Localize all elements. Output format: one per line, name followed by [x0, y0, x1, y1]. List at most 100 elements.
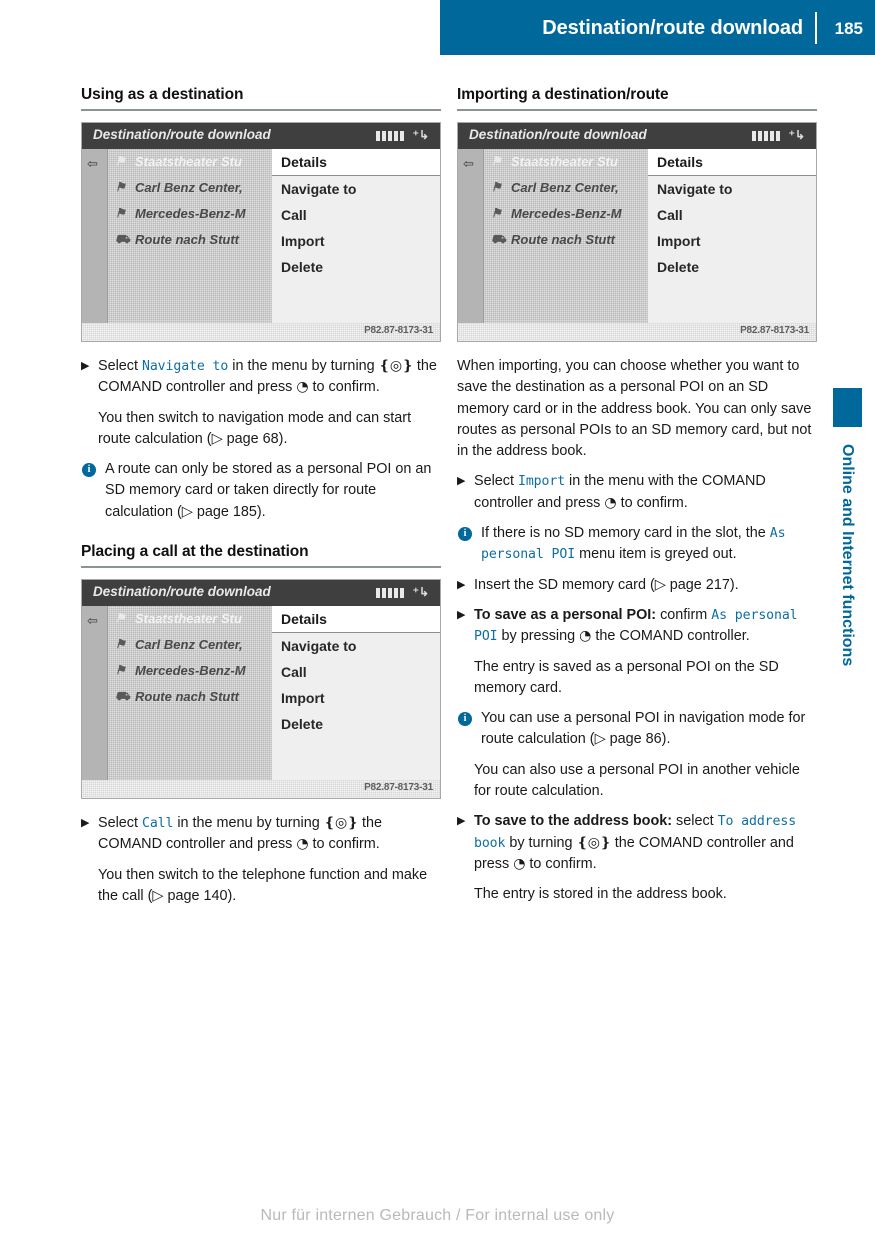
intro-paragraph: When importing, you can choose whether y…: [457, 358, 812, 460]
list-item: ⚑ Mercedes-Benz-M: [108, 658, 271, 684]
step-text-suffix: to confirm.: [616, 494, 688, 511]
step-bullet-icon: ▶: [457, 608, 466, 621]
screenshot-context-menu: Details Navigate to Call Import Delete: [648, 149, 816, 323]
list-item: ⛟ Route nach Stutt: [484, 227, 647, 253]
note-no-sd-card: i If there is no SD memory card in the s…: [457, 523, 817, 566]
menu-item-call: Call: [657, 207, 683, 223]
screenshot-title: Destination/route download: [93, 127, 271, 142]
step-text-mid1: by pressing: [497, 628, 580, 645]
comand-screenshot-navigate-to: Destination/route download ⁺↳ ⇦ ⚑ Staatst…: [81, 122, 441, 342]
section-heading-placing-call: Placing a call at the destination: [81, 543, 309, 561]
note-text: You can use a personal POI in navigation…: [481, 710, 806, 748]
poi-flag-icon: ⚑: [491, 180, 502, 194]
step-text-mid1: by turning: [505, 834, 577, 851]
note-detail-other-vehicle: You can also use a personal POI in anoth…: [474, 761, 800, 800]
menu-item-call: Call: [281, 664, 307, 681]
screenshot-entry-list: ⚑ Staatstheater Stu ⚑ Carl Benz Center, ⚑ M…: [108, 149, 271, 323]
list-item: ⚑ Carl Benz Center,: [108, 175, 271, 201]
comand-press-icon: ◔: [579, 628, 592, 645]
step-text-mid1: in the menu by turning: [173, 815, 324, 832]
step-detail-saved-poi: The entry is saved as a personal POI on …: [474, 658, 779, 696]
step-bullet-icon: ▶: [81, 817, 90, 830]
footer-watermark: Nur für internen Gebrauch / For internal…: [260, 1207, 615, 1224]
poi-flag-icon: ⚑: [491, 154, 502, 168]
list-item-label: Staatstheater Stu: [135, 611, 242, 627]
step-bullet-icon: ▶: [457, 815, 466, 828]
step-detail-navigation-mode: You then switch to navigation mode and c…: [98, 409, 412, 447]
list-item-label: Staatstheater Stu: [511, 154, 618, 169]
step-text-mid0: confirm: [656, 606, 712, 623]
screenshot-image-id: P82.87-8173-31: [740, 325, 809, 336]
menu-item-navigate-to: Navigate to: [281, 181, 357, 197]
step-detail-telephone-function: You then switch to the telephone functio…: [98, 866, 428, 904]
step-save-to-address-book: ▶ To save to the address book: select To…: [457, 811, 817, 875]
menu-item-import: Import: [281, 690, 325, 707]
screenshot-title: Destination/route download: [469, 127, 647, 142]
info-icon: i: [82, 463, 96, 478]
menu-item-call: Call: [281, 207, 307, 223]
comand-turn-icon: ❴◎❵: [378, 358, 414, 374]
left-column: Using as a destination Destination/route…: [81, 86, 441, 916]
list-item: ⚑ Carl Benz Center,: [484, 175, 647, 201]
screenshot-title: Destination/route download: [93, 584, 271, 600]
list-item-label: Carl Benz Center,: [135, 180, 243, 195]
comand-press-icon: ◔: [513, 855, 526, 872]
menu-item-details: Details: [272, 149, 440, 176]
signal-strength-icon: [376, 131, 404, 141]
screenshot-footer: P82.87-8173-31: [82, 323, 440, 341]
comand-press-icon: ◔: [604, 494, 617, 511]
menu-item-import: Import: [281, 233, 325, 249]
step-detail-stored-address-book: The entry is stored in the address book.: [474, 886, 727, 903]
list-item: ⚑ Mercedes-Benz-M: [108, 201, 271, 227]
info-icon: i: [458, 712, 472, 727]
menu-item-delete: Delete: [657, 259, 700, 275]
screenshot-titlebar: Destination/route download ⁺↳: [82, 123, 440, 149]
poi-flag-icon: ⚑: [115, 611, 126, 626]
menu-item-details: Details: [272, 606, 440, 634]
step-select-import: ▶ Select Import in the menu with the COM…: [457, 471, 817, 514]
step-text-prefix: Select: [474, 473, 518, 490]
page-title: Destination/route download: [542, 17, 803, 39]
note-route-storage: i A route can only be stored as a person…: [81, 459, 441, 523]
comand-screenshot-call: Destination/route download ⁺↳ ⇦ ⚑ Staatst…: [81, 579, 441, 800]
poi-flag-icon: ⚑: [491, 206, 502, 220]
poi-flag-icon: ⚑: [115, 206, 126, 220]
step-text-suffix: to confirm.: [525, 855, 597, 872]
note-text: A route can only be stored as a personal…: [105, 461, 432, 520]
screenshot-back-column: [82, 606, 108, 781]
screenshot-entry-list: ⚑ Staatstheater Stu ⚑ Carl Benz Center, ⚑ M…: [108, 606, 271, 781]
menu-item-details: Details: [648, 149, 816, 176]
list-item-label: Mercedes-Benz-M: [511, 206, 622, 221]
poi-flag-icon: ⚑: [115, 154, 126, 168]
screenshot-back-column: [82, 149, 108, 323]
page-number: 185: [834, 19, 863, 38]
list-item-label: Mercedes-Benz-M: [135, 663, 246, 679]
roaming-icon: ⁺↳: [788, 128, 805, 142]
step-select-navigate-to: ▶ Select Navigate to in the menu by turn…: [81, 356, 441, 399]
list-item-label: Staatstheater Stu: [135, 154, 242, 169]
step-text-prefix: Select: [98, 815, 142, 832]
list-item: ⚑ Staatstheater Stu: [108, 149, 271, 175]
back-arrow-icon: ⇦: [463, 156, 474, 171]
step-lead-label: To save as a personal POI:: [474, 606, 657, 623]
list-item: ⛟ Route nach Stutt: [108, 227, 271, 253]
poi-flag-icon: ⚑: [115, 180, 126, 194]
heading-rule: [81, 109, 441, 111]
back-arrow-icon: ⇦: [87, 156, 98, 171]
list-item-label: Route nach Stutt: [135, 689, 239, 705]
step-text-suffix: to confirm.: [308, 836, 380, 853]
comand-turn-icon: ❴◎❵: [576, 834, 612, 851]
step-text-suffix: to confirm.: [308, 379, 380, 396]
chapter-tab-marker: [833, 388, 862, 427]
page-header-bar: Destination/route download 185: [440, 0, 875, 55]
list-item: ⛟ Route nach Stutt: [108, 684, 271, 710]
heading-rule: [81, 566, 441, 569]
list-item: ⚑ Carl Benz Center,: [108, 632, 271, 658]
list-item: ⚑ Staatstheater Stu: [108, 606, 271, 632]
screenshot-titlebar: Destination/route download ⁺↳: [458, 123, 816, 149]
poi-flag-icon: ⚑: [115, 637, 126, 652]
screenshot-footer: P82.87-8173-31: [458, 323, 816, 341]
step-bullet-icon: ▶: [457, 578, 466, 591]
section-heading-importing: Importing a destination/route: [457, 86, 669, 103]
menu-item-delete: Delete: [281, 259, 324, 275]
